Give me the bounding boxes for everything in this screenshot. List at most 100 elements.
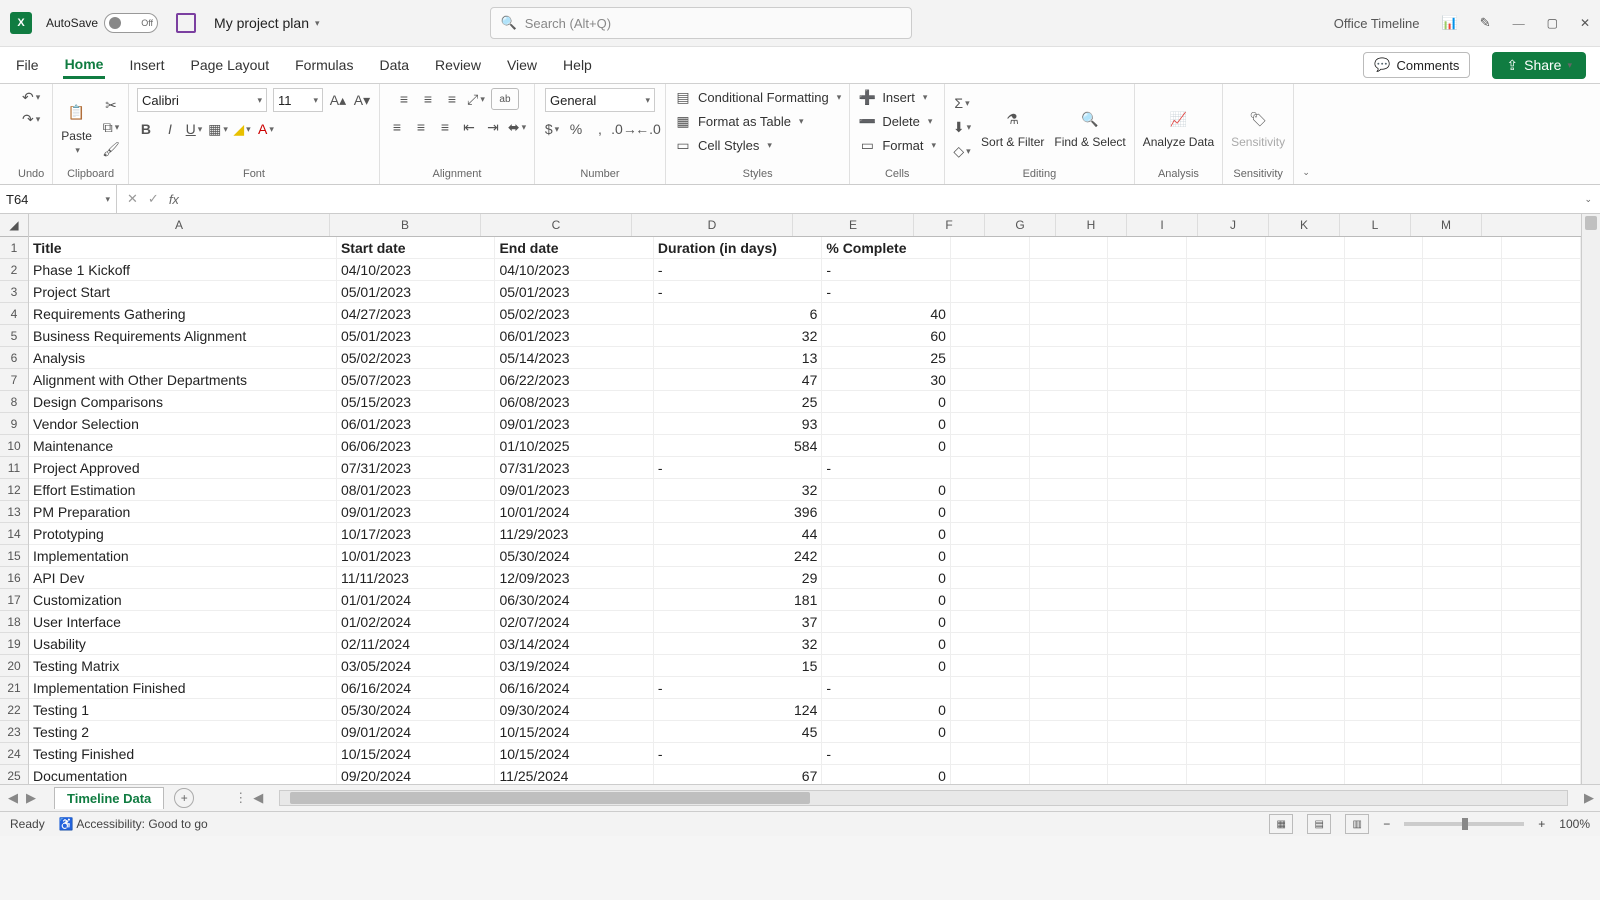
row-header[interactable]: 10 xyxy=(0,435,28,457)
table-row[interactable]: Design Comparisons05/15/202306/08/202325… xyxy=(29,391,1581,413)
decrease-indent-icon[interactable]: ⇤ xyxy=(460,118,478,136)
cell[interactable] xyxy=(1502,677,1581,698)
autosum-icon[interactable]: Σ▾ xyxy=(953,94,971,112)
number-format-select[interactable]: General▾ xyxy=(545,88,655,112)
cell[interactable] xyxy=(1423,567,1502,588)
cell[interactable] xyxy=(1345,545,1424,566)
cell[interactable] xyxy=(1108,391,1187,412)
cell[interactable] xyxy=(1502,721,1581,742)
cell[interactable]: 06/30/2024 xyxy=(495,589,653,610)
name-box[interactable]: T64▾ xyxy=(0,185,117,213)
cell[interactable] xyxy=(1423,611,1502,632)
zoom-out-button[interactable]: − xyxy=(1383,817,1390,831)
cell[interactable]: 37 xyxy=(654,611,822,632)
cancel-formula-icon[interactable]: ✕ xyxy=(127,191,138,207)
cell[interactable] xyxy=(951,501,1030,522)
cell[interactable]: 09/01/2023 xyxy=(495,413,653,434)
font-color-icon[interactable]: A▾ xyxy=(257,120,275,138)
cell[interactable] xyxy=(1423,457,1502,478)
cell[interactable]: 06/08/2023 xyxy=(495,391,653,412)
cell[interactable]: 04/10/2023 xyxy=(337,259,495,280)
toggle-switch[interactable]: Off xyxy=(104,13,158,33)
cell[interactable]: 09/01/2023 xyxy=(495,479,653,500)
cell[interactable] xyxy=(1266,655,1345,676)
cell[interactable]: 0 xyxy=(822,765,951,784)
cell[interactable] xyxy=(1502,413,1581,434)
cell[interactable]: 30 xyxy=(822,369,951,390)
col-header-E[interactable]: E xyxy=(793,214,914,236)
col-header-M[interactable]: M xyxy=(1411,214,1482,236)
cell[interactable] xyxy=(1187,369,1266,390)
cell[interactable] xyxy=(1502,303,1581,324)
cell[interactable]: 03/05/2024 xyxy=(337,655,495,676)
save-icon[interactable] xyxy=(176,13,196,33)
cell[interactable]: 06/01/2023 xyxy=(495,325,653,346)
col-header-B[interactable]: B xyxy=(330,214,481,236)
cell[interactable]: 396 xyxy=(654,501,822,522)
cell[interactable]: Phase 1 Kickoff xyxy=(29,259,337,280)
cell[interactable] xyxy=(1266,479,1345,500)
cell[interactable] xyxy=(1266,325,1345,346)
border-icon[interactable]: ▦▾ xyxy=(209,120,227,138)
cell[interactable]: Testing 1 xyxy=(29,699,337,720)
cell[interactable] xyxy=(1345,303,1424,324)
cell[interactable] xyxy=(1187,633,1266,654)
cell[interactable]: Start date xyxy=(337,237,495,258)
sheet-options-icon[interactable]: ⋮ xyxy=(234,790,247,806)
cell[interactable]: 06/22/2023 xyxy=(495,369,653,390)
cell[interactable]: 01/02/2024 xyxy=(337,611,495,632)
cell[interactable] xyxy=(1108,325,1187,346)
cell[interactable]: API Dev xyxy=(29,567,337,588)
prev-sheet-icon[interactable]: ◀ xyxy=(8,790,18,806)
row-header[interactable]: 4 xyxy=(0,303,28,325)
cell[interactable] xyxy=(1108,633,1187,654)
increase-decimal-icon[interactable]: .0→ xyxy=(615,120,633,138)
cell[interactable]: - xyxy=(822,743,951,764)
cell[interactable]: 242 xyxy=(654,545,822,566)
decrease-decimal-icon[interactable]: ←.0 xyxy=(639,120,657,138)
accessibility-status[interactable]: ♿ Accessibility: Good to go xyxy=(59,817,208,831)
cell[interactable] xyxy=(951,347,1030,368)
select-all-button[interactable]: ◢ xyxy=(0,214,28,237)
sheet-tab-timeline-data[interactable]: Timeline Data xyxy=(54,787,164,809)
col-header-K[interactable]: K xyxy=(1269,214,1340,236)
cell[interactable]: 09/30/2024 xyxy=(495,699,653,720)
cell[interactable] xyxy=(1502,589,1581,610)
share-button[interactable]: ⇪ Share ▾ xyxy=(1492,52,1586,79)
cell[interactable]: 10/15/2024 xyxy=(337,743,495,764)
cell[interactable]: 32 xyxy=(654,479,822,500)
col-header-I[interactable]: I xyxy=(1127,214,1198,236)
cell[interactable] xyxy=(951,391,1030,412)
cell[interactable] xyxy=(1108,457,1187,478)
col-header-D[interactable]: D xyxy=(632,214,793,236)
table-row[interactable]: Testing Finished10/15/202410/15/2024-- xyxy=(29,743,1581,765)
row-header[interactable]: 18 xyxy=(0,611,28,633)
cell[interactable] xyxy=(1266,391,1345,412)
insert-cells-button[interactable]: ➕Insert▾ xyxy=(858,88,927,106)
cell[interactable]: 47 xyxy=(654,369,822,390)
formula-bar[interactable] xyxy=(189,185,1577,213)
align-right-icon[interactable]: ≡ xyxy=(436,118,454,136)
row-header[interactable]: 13 xyxy=(0,501,28,523)
enter-formula-icon[interactable]: ✓ xyxy=(148,191,159,207)
row-header[interactable]: 21 xyxy=(0,677,28,699)
font-size-select[interactable]: 11▾ xyxy=(273,88,323,112)
row-header[interactable]: 15 xyxy=(0,545,28,567)
table-row[interactable]: PM Preparation09/01/202310/01/20243960 xyxy=(29,501,1581,523)
cell[interactable] xyxy=(1187,259,1266,280)
cell[interactable] xyxy=(1345,589,1424,610)
cell[interactable] xyxy=(1030,677,1109,698)
cell[interactable] xyxy=(1423,765,1502,784)
cell[interactable] xyxy=(1345,743,1424,764)
cell[interactable]: Customization xyxy=(29,589,337,610)
merge-icon[interactable]: ⬌▾ xyxy=(508,118,526,136)
cell[interactable]: 44 xyxy=(654,523,822,544)
row-header[interactable]: 20 xyxy=(0,655,28,677)
cell[interactable] xyxy=(1502,567,1581,588)
cell[interactable] xyxy=(1187,347,1266,368)
cell[interactable] xyxy=(951,259,1030,280)
cell[interactable]: - xyxy=(654,457,822,478)
row-headers[interactable]: ◢ 12345678910111213141516171819202122232… xyxy=(0,214,29,784)
cell[interactable] xyxy=(1108,567,1187,588)
cell[interactable] xyxy=(1266,589,1345,610)
